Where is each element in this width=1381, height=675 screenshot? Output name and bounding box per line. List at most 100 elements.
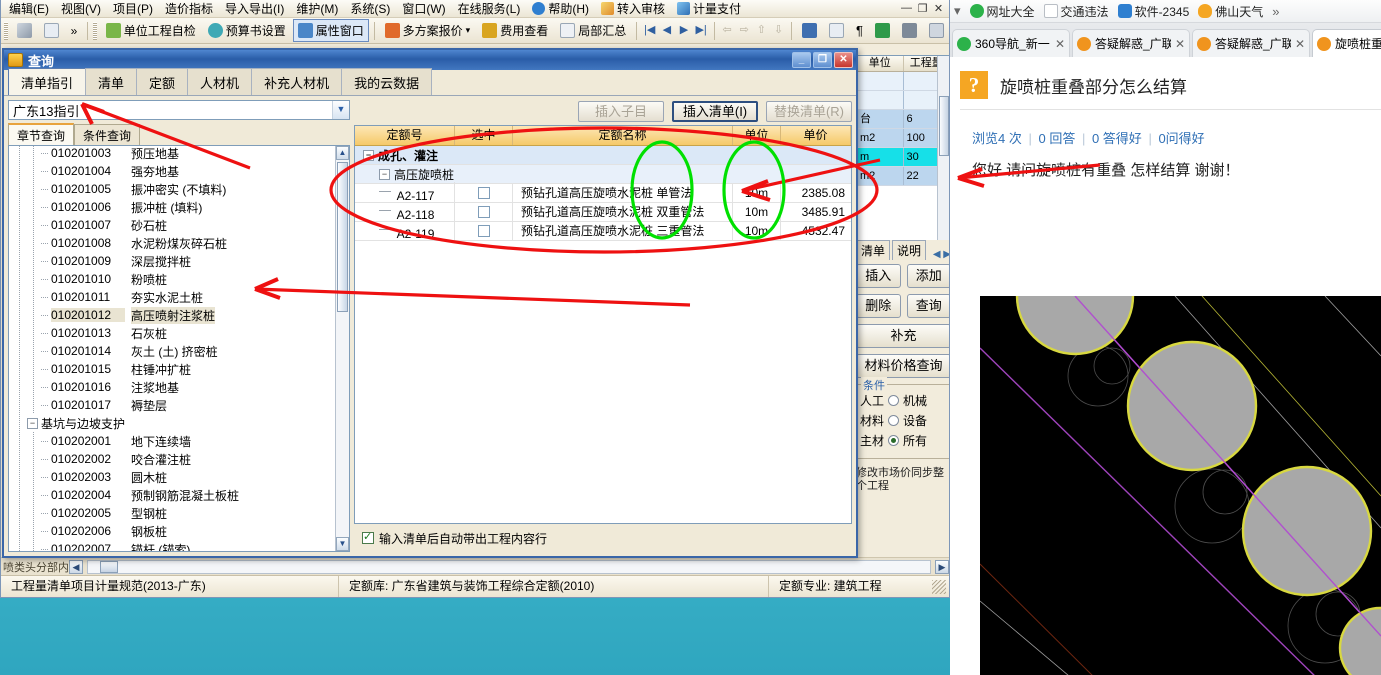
tab-quota[interactable]: 定额 — [136, 68, 189, 95]
tab-supplement-lmm[interactable]: 补充人材机 — [251, 68, 343, 95]
menu-item-import-export[interactable]: 导入导出(I) — [219, 0, 290, 18]
formula-button[interactable] — [824, 20, 849, 41]
multi-scheme-quote-button[interactable]: 多方案报价 ▾ — [380, 19, 476, 42]
partial-summary-button[interactable]: 局部汇总 — [555, 19, 631, 42]
self-check-button[interactable]: 单位工程自检 — [101, 19, 201, 42]
menu-item-cost-index[interactable]: 造价指标 — [159, 0, 219, 18]
browser-tab-360nav[interactable]: 360导航_新一 ✕ — [952, 29, 1070, 57]
query-close-button[interactable]: ✕ — [834, 52, 853, 68]
tab-labor-material-machine[interactable]: 人材机 — [187, 68, 253, 95]
tree-leaf-node[interactable]: 010201015 柱锤冲扩桩 — [9, 360, 335, 378]
book-button[interactable] — [870, 20, 895, 41]
close-button[interactable]: ✕ — [932, 2, 945, 15]
insert-bill-button[interactable]: 插入清单(I) — [672, 100, 758, 122]
menu-item-help[interactable]: 帮助(H) — [526, 0, 595, 18]
tree-leaf-node[interactable]: 010201005 振冲密实 (不填料) — [9, 180, 335, 198]
supplement-button[interactable]: 补充 — [856, 324, 949, 348]
tree-leaf-node[interactable]: 010202007 锚杆 (锚索) — [9, 540, 335, 551]
maximize-button[interactable]: ❐ — [916, 2, 929, 15]
query-maximize-button[interactable]: ❐ — [813, 52, 832, 68]
resize-grip-icon[interactable] — [932, 579, 946, 594]
menu-item-system[interactable]: 系统(S) — [344, 0, 396, 18]
subtab-chapter-query[interactable]: 章节查询 — [8, 123, 75, 146]
chevron-down-icon[interactable]: ▾ — [466, 25, 471, 36]
copy-button[interactable] — [39, 20, 64, 41]
radio-label-material[interactable]: 材料 — [860, 412, 884, 429]
toolbar-overflow-button[interactable]: » — [66, 21, 83, 41]
nav-next-button[interactable]: ▶ — [676, 22, 691, 39]
scrollbar-thumb[interactable] — [337, 162, 348, 312]
tree-leaf-node[interactable]: 010201007 砂石桩 — [9, 216, 335, 234]
hscroll-right-button[interactable]: ▶ — [935, 559, 949, 574]
scrollbar-thumb[interactable] — [100, 560, 118, 573]
query-minimize-button[interactable]: _ — [792, 52, 811, 68]
grid-view-button[interactable] — [924, 20, 949, 41]
close-icon[interactable]: ✕ — [1055, 37, 1065, 51]
table-row[interactable]: A2-119 预钻孔道高压旋喷水泥桩 三重管法 10m 4532.47 — [355, 219, 851, 243]
bill-guide-tree[interactable]: 010201003 预压地基 010201004 强夯地基 010201005 振冲密实 … — [8, 145, 350, 552]
menu-item-window[interactable]: 窗口(W) — [396, 0, 451, 18]
expander-icon[interactable]: − — [379, 168, 390, 180]
tree-leaf-node[interactable]: 010201013 石灰桩 — [9, 324, 335, 342]
query-dialog-titlebar[interactable]: 查询 _ ❐ ✕ — [4, 50, 856, 70]
browser-tab-qa-2[interactable]: 答疑解惑_广联 ✕ — [1192, 29, 1310, 57]
tree-leaf-node[interactable]: 010202004 预制钢筋混凝土板桩 — [9, 486, 335, 504]
radio-label-machine[interactable]: 机械 — [903, 392, 927, 409]
indent-button[interactable]: ⇨ — [737, 22, 752, 39]
cell-checkbox[interactable] — [455, 222, 513, 240]
cell-checkbox[interactable] — [455, 203, 513, 221]
paragraph-mark-button[interactable]: ¶ — [851, 20, 868, 41]
bookmark-foshan-weather[interactable]: 佛山天气 — [1198, 3, 1263, 20]
expander-icon[interactable]: − — [363, 149, 374, 161]
tree-leaf-node[interactable]: 010201012 高压喷射注浆桩 — [9, 306, 335, 324]
tree-leaf-node[interactable]: 010201003 预压地基 — [9, 146, 335, 162]
auto-bring-content-checkbox[interactable] — [362, 530, 374, 544]
radio-label-equipment[interactable]: 设备 — [903, 412, 927, 429]
tree-leaf-node[interactable]: 010202005 型钢桩 — [9, 504, 335, 522]
nav-first-button[interactable]: |◀ — [642, 22, 657, 39]
expander-icon[interactable]: − — [27, 417, 38, 429]
tab-bill-guide[interactable]: 清单指引 — [8, 68, 87, 95]
toolbar-grip-2[interactable] — [93, 21, 97, 40]
cut-button[interactable] — [12, 20, 37, 41]
menu-item-maintenance[interactable]: 维护(M) — [290, 0, 344, 18]
insert-button[interactable]: 插入 — [856, 264, 901, 288]
quota-grid[interactable]: 定额号 选中 定额名称 单位 单价 − 成孔、灌注 − 高压旋喷桩 A2-117… — [354, 125, 852, 524]
close-icon[interactable]: ✕ — [1295, 37, 1305, 51]
radio-machine[interactable] — [888, 395, 900, 406]
browser-tab-active[interactable]: 旋喷桩重叠部 — [1312, 29, 1381, 57]
delete-button[interactable]: 删除 — [856, 294, 901, 318]
tree-leaf-node[interactable]: 010202001 地下连续墙 — [9, 432, 335, 450]
tab-bill[interactable]: 清单 — [856, 240, 891, 260]
tree-leaf-node[interactable]: 010202002 咬合灌注桩 — [9, 450, 335, 468]
menu-item-online-service[interactable]: 在线服务(L) — [452, 0, 527, 18]
query-button[interactable]: 查询 — [906, 294, 949, 318]
bookmark-traffic-violation[interactable]: 交通违法 — [1043, 3, 1109, 20]
radio-equipment[interactable] — [888, 415, 900, 426]
radio-label-all[interactable]: 所有 — [903, 432, 927, 449]
menu-item-measure-payment[interactable]: 计量支付 — [671, 0, 747, 18]
tree-group-node[interactable]: − 基坑与边坡支护 — [9, 414, 335, 432]
row-checkbox[interactable] — [477, 225, 490, 237]
toolbar-grip[interactable] — [4, 21, 8, 40]
tree-leaf-node[interactable]: 010201016 注浆地基 — [9, 378, 335, 396]
bookmarks-collapse-icon[interactable]: ▾ — [954, 3, 961, 19]
tree-leaf-node[interactable]: 010201017 褥垫层 — [9, 396, 335, 414]
move-up-button[interactable]: ⇧ — [754, 22, 769, 39]
tree-leaf-node[interactable]: 010202006 钢板桩 — [9, 522, 335, 540]
add-button[interactable]: 添加 — [906, 264, 949, 288]
tab-bill[interactable]: 清单 — [85, 68, 138, 95]
cell-checkbox[interactable] — [455, 184, 513, 202]
tab-description[interactable]: 说明 — [892, 240, 927, 260]
tree-leaf-node[interactable]: 010201008 水泥粉煤灰碎石桩 — [9, 234, 335, 252]
printer-button[interactable] — [897, 20, 922, 41]
row-checkbox[interactable] — [477, 187, 490, 199]
scrollbar-thumb[interactable] — [939, 96, 949, 156]
close-icon[interactable]: ✕ — [1175, 37, 1185, 51]
tree-vertical-scrollbar[interactable]: ▲ ▼ — [335, 146, 349, 551]
move-down-button[interactable]: ⇩ — [771, 22, 786, 39]
menu-item-project[interactable]: 项目(P) — [107, 0, 159, 18]
chevron-down-icon[interactable]: ▼ — [332, 101, 349, 119]
menu-item-edit[interactable]: 编辑(E) — [3, 0, 55, 18]
tree-leaf-node[interactable]: 010201010 粉喷桩 — [9, 270, 335, 288]
